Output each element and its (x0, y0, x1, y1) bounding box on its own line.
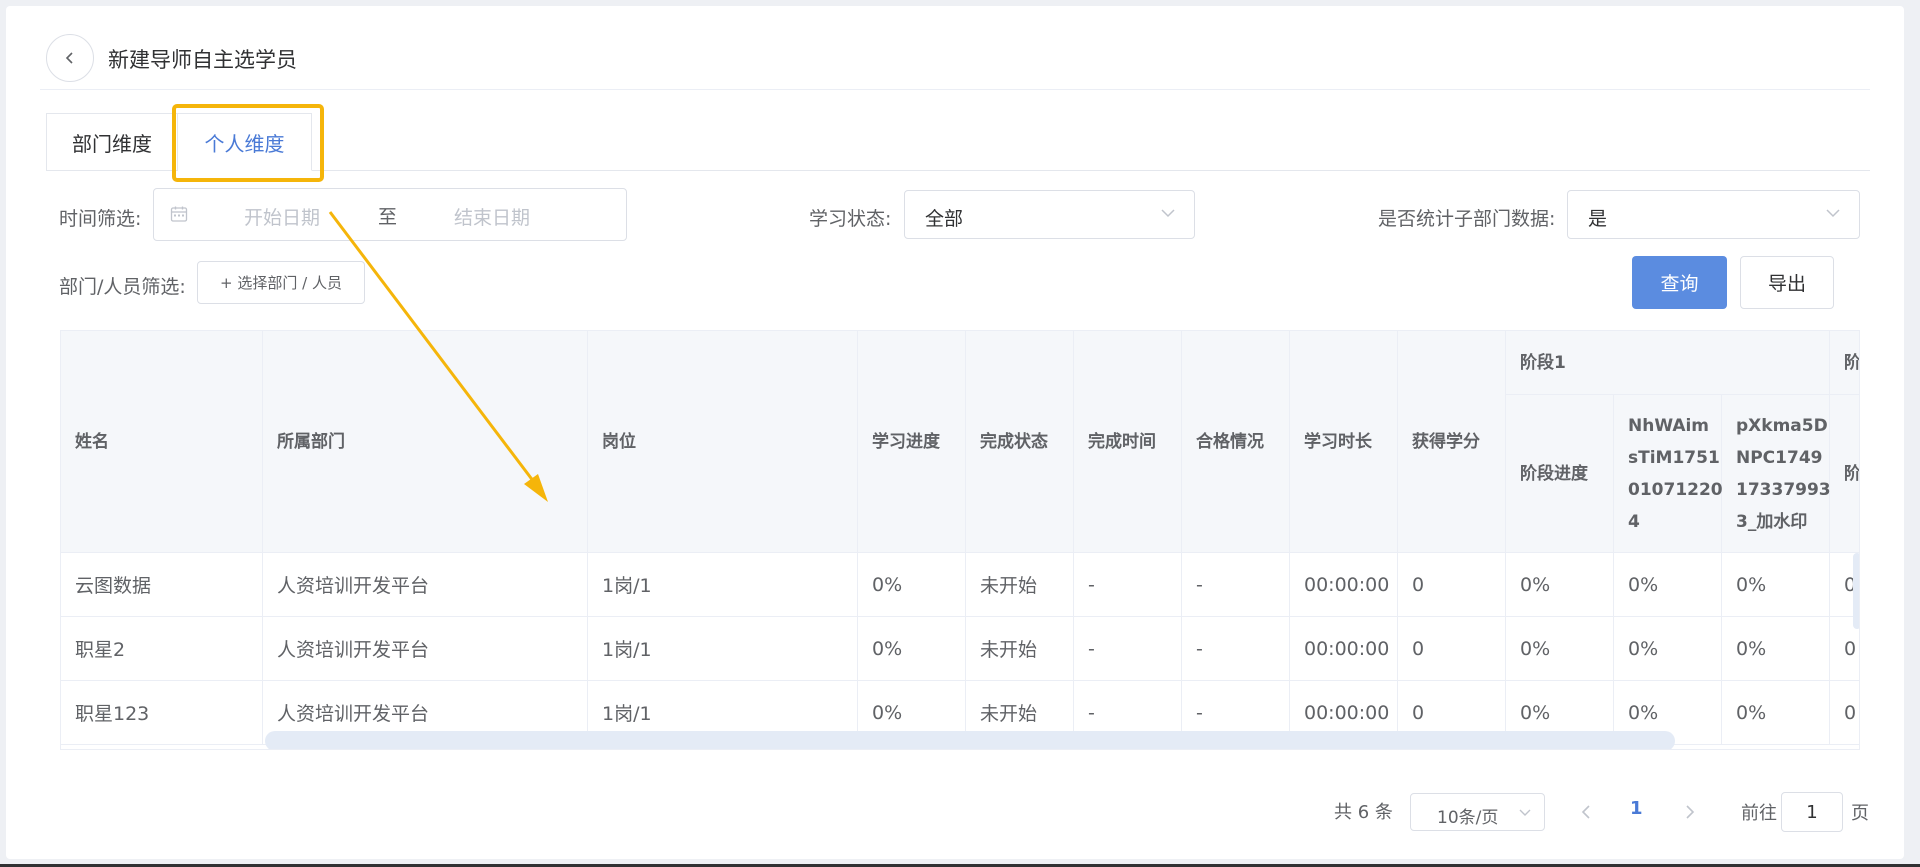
goto-suffix: 页 (1851, 803, 1869, 824)
goto-label: 前往 (1741, 803, 1777, 824)
next-page-icon[interactable] (1680, 800, 1700, 824)
page-number-current[interactable]: 1 (1630, 798, 1643, 819)
page-size-value: 10条/页 (1437, 808, 1499, 828)
page-size-select[interactable]: 10条/页 (1410, 793, 1545, 831)
pagination-total: 共 6 条 (1334, 802, 1393, 823)
prev-page-icon[interactable] (1576, 800, 1596, 824)
goto-page-input[interactable]: 1 (1781, 792, 1843, 832)
chevron-down-icon (1519, 809, 1531, 816)
annotation-arrow (328, 211, 548, 502)
